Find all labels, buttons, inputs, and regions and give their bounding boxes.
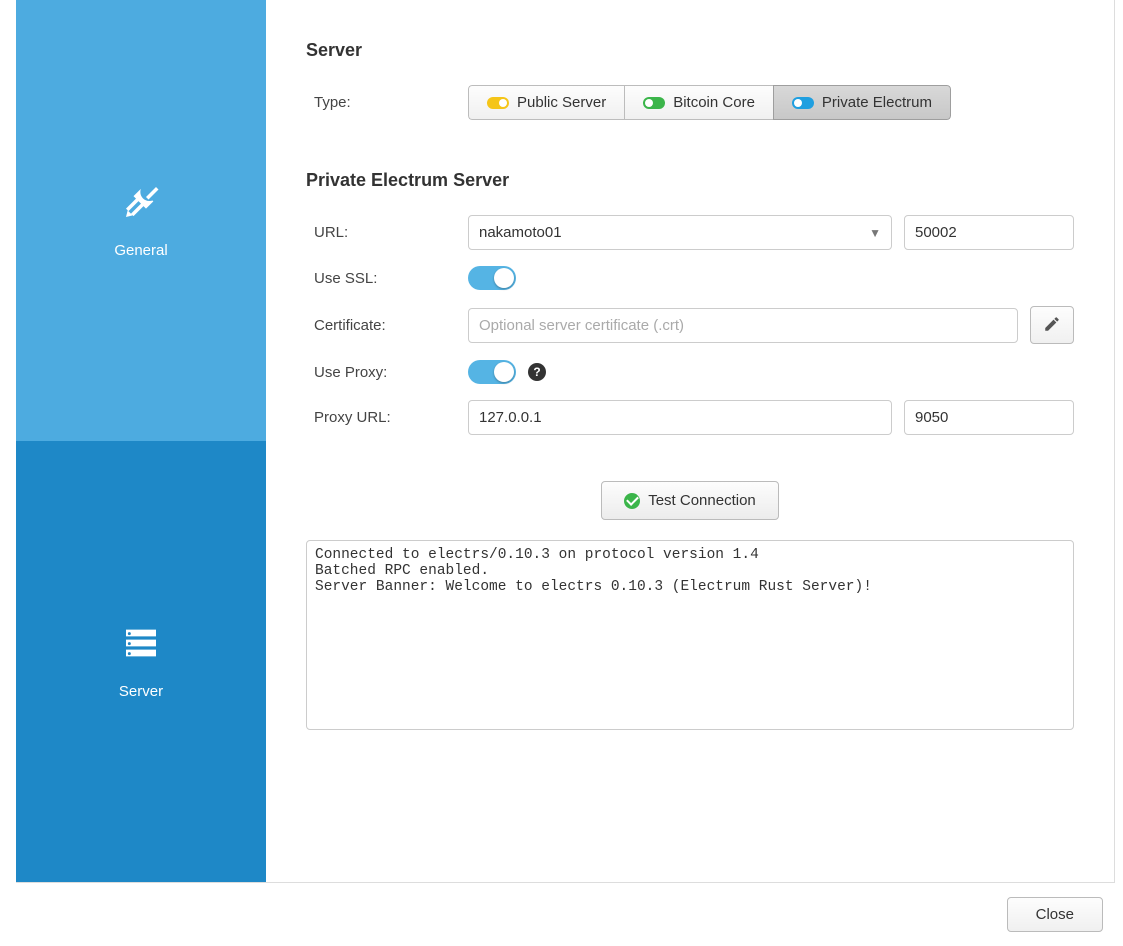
- dialog-body: General Server Server Type: Public Serve…: [16, 0, 1115, 883]
- sidebar-item-general[interactable]: General: [16, 0, 266, 441]
- use-ssl-toggle[interactable]: [468, 266, 516, 290]
- server-heading: Server: [306, 40, 1074, 61]
- proxy-port-input[interactable]: [904, 400, 1074, 435]
- use-proxy-row: Use Proxy: ?: [306, 360, 1074, 384]
- test-connection-button[interactable]: Test Connection: [601, 481, 779, 520]
- type-option-public-server[interactable]: Public Server: [468, 85, 624, 120]
- url-dropdown[interactable]: nakamoto01 ▼: [468, 215, 892, 250]
- chevron-down-icon: ▼: [869, 226, 881, 240]
- type-option-bitcoin-core[interactable]: Bitcoin Core: [624, 85, 773, 120]
- use-ssl-label: Use SSL:: [306, 270, 456, 287]
- port-input[interactable]: [904, 215, 1074, 250]
- content-panel: Server Type: Public Server Bitcoin Core …: [266, 0, 1114, 882]
- url-row: URL: nakamoto01 ▼: [306, 215, 1074, 250]
- type-option-label: Bitcoin Core: [673, 94, 755, 111]
- settings-dialog: General Server Server Type: Public Serve…: [0, 0, 1123, 946]
- sidebar-item-server[interactable]: Server: [16, 441, 266, 882]
- certificate-browse-button[interactable]: [1030, 306, 1074, 344]
- server-type-row: Type: Public Server Bitcoin Core Private…: [306, 85, 1074, 120]
- edit-icon: [1043, 315, 1061, 336]
- check-circle-icon: [624, 493, 640, 509]
- proxy-host-input[interactable]: [468, 400, 892, 435]
- toggle-icon: [487, 97, 509, 109]
- proxy-url-label: Proxy URL:: [306, 409, 456, 426]
- type-label: Type:: [306, 94, 456, 111]
- server-icon: [121, 623, 161, 667]
- type-option-private-electrum[interactable]: Private Electrum: [773, 85, 951, 120]
- url-label: URL:: [306, 224, 456, 241]
- certificate-label: Certificate:: [306, 317, 456, 334]
- toggle-icon: [643, 97, 665, 109]
- type-option-label: Private Electrum: [822, 94, 932, 111]
- server-type-group: Public Server Bitcoin Core Private Elect…: [468, 85, 951, 120]
- certificate-row: Certificate:: [306, 306, 1074, 344]
- use-proxy-label: Use Proxy:: [306, 364, 456, 381]
- url-value: nakamoto01: [479, 224, 562, 241]
- toggle-icon: [792, 97, 814, 109]
- sidebar-item-label: Server: [119, 683, 163, 700]
- dialog-footer: Close: [0, 883, 1123, 946]
- proxy-url-row: Proxy URL:: [306, 400, 1074, 435]
- test-button-label: Test Connection: [648, 492, 756, 509]
- sidebar: General Server: [16, 0, 266, 882]
- help-icon[interactable]: ?: [528, 363, 546, 381]
- private-electrum-heading: Private Electrum Server: [306, 170, 1074, 191]
- use-ssl-row: Use SSL:: [306, 266, 1074, 290]
- type-option-label: Public Server: [517, 94, 606, 111]
- use-proxy-toggle[interactable]: [468, 360, 516, 384]
- sidebar-item-label: General: [114, 242, 167, 259]
- tools-icon: [121, 182, 161, 226]
- certificate-input[interactable]: [468, 308, 1018, 343]
- connection-output[interactable]: Connected to electrs/0.10.3 on protocol …: [306, 540, 1074, 730]
- close-button[interactable]: Close: [1007, 897, 1103, 932]
